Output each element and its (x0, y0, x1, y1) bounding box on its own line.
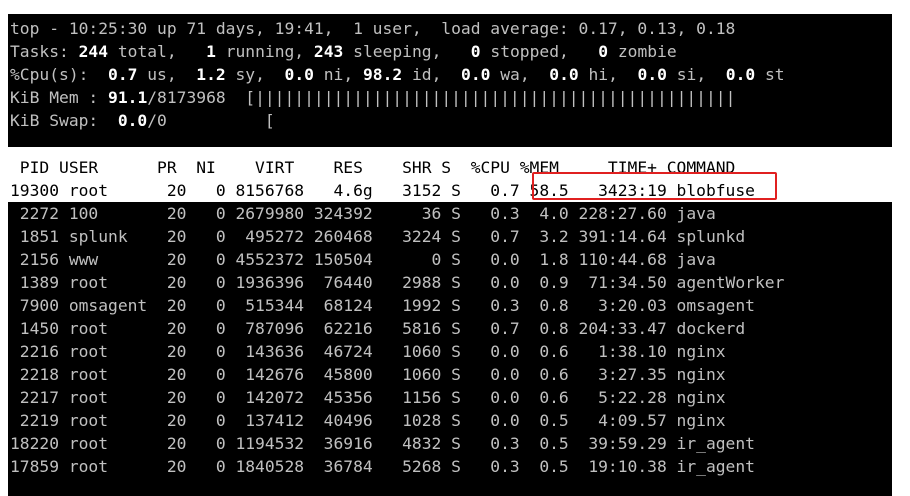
process-row[interactable]: 2156 www 20 0 4552372 150504 0 S 0.0 1.8… (10, 248, 716, 271)
process-row[interactable]: 2272 100 20 0 2679980 324392 36 S 0.3 4.… (10, 202, 716, 225)
section-divider (8, 147, 892, 156)
process-row[interactable]: 1851 splunk 20 0 495272 260468 3224 S 0.… (10, 225, 745, 248)
process-row[interactable]: 2218 root 20 0 142676 45800 1060 S 0.0 0… (10, 363, 726, 386)
process-row[interactable]: 1450 root 20 0 787096 62216 5816 S 0.7 0… (10, 317, 745, 340)
mem-line: KiB Mem : 91.1/8173968 [||||||||||||||||… (10, 88, 736, 107)
process-row[interactable]: 7900 omsagent 20 0 515344 68124 1992 S 0… (10, 294, 755, 317)
terminal-window[interactable]: top - 10:25:30 up 71 days, 19:41, 1 user… (8, 14, 892, 496)
tasks-line: Tasks: 244 total, 1 running, 243 sleepin… (10, 42, 677, 61)
swap-line: KiB Swap: 0.0/0 [ (10, 111, 275, 130)
process-row[interactable]: 2219 root 20 0 137412 40496 1028 S 0.0 0… (10, 409, 726, 432)
process-row[interactable]: 18220 root 20 0 1194532 36916 4832 S 0.3… (10, 432, 755, 455)
process-row[interactable]: 1389 root 20 0 1936396 76440 2988 S 0.0 … (10, 271, 785, 294)
process-row[interactable]: 2217 root 20 0 142072 45356 1156 S 0.0 0… (10, 386, 726, 409)
process-row[interactable]: 17859 root 20 0 1840528 36784 5268 S 0.3… (10, 455, 755, 478)
cpu-line: %Cpu(s): 0.7 us, 1.2 sy, 0.0 ni, 98.2 id… (10, 65, 785, 84)
process-row[interactable]: 2216 root 20 0 143636 46724 1060 S 0.0 0… (10, 340, 726, 363)
highlight-box (532, 172, 777, 200)
uptime-line: top - 10:25:30 up 71 days, 19:41, 1 user… (10, 19, 736, 38)
